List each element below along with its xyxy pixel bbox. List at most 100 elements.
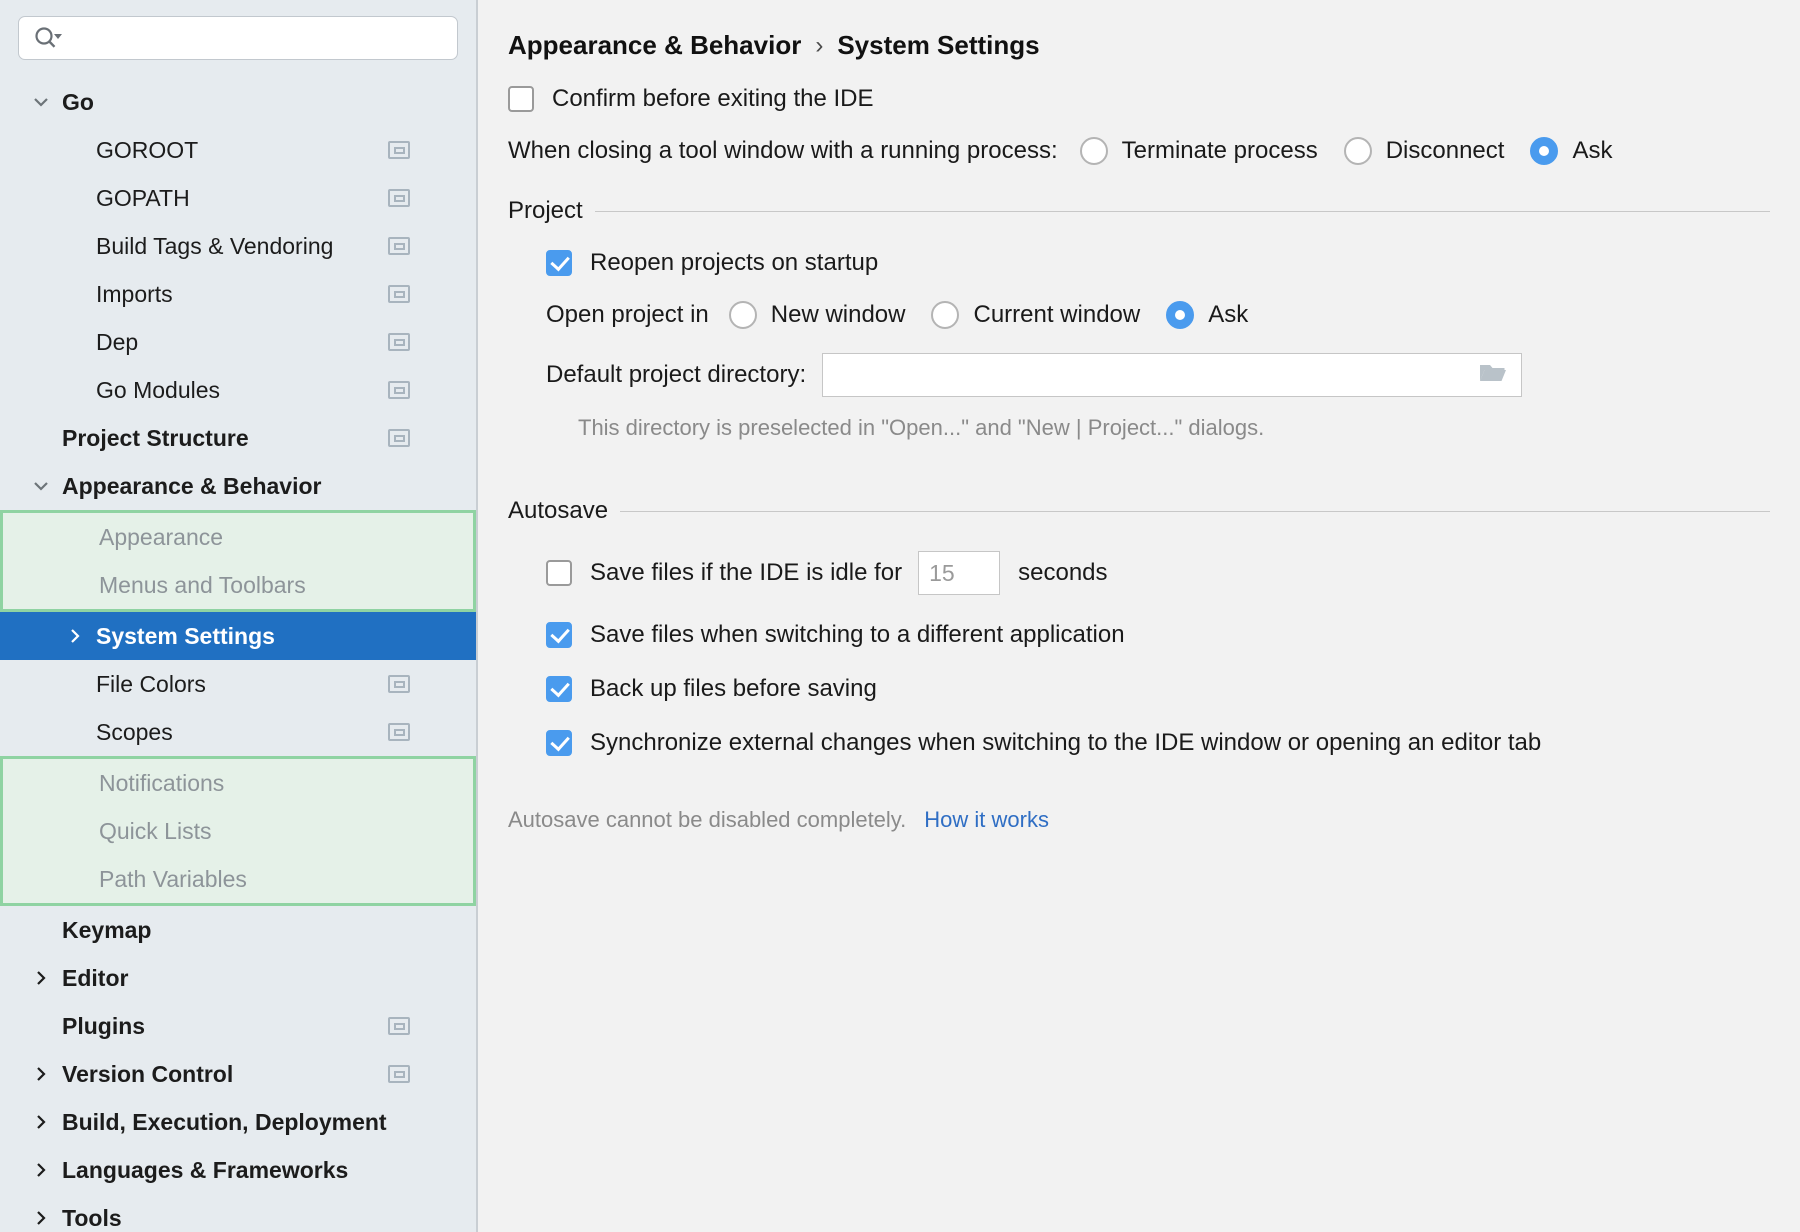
sidebar-item-label: GOROOT	[96, 136, 199, 163]
sidebar-highlight-group: Notifications Quick Lists Path Variables	[0, 756, 476, 906]
chevron-right-icon[interactable]	[24, 1207, 58, 1229]
radio-option-ask[interactable]: Ask	[1530, 137, 1612, 165]
autosave-checkbox-row[interactable]: Save files when switching to a different…	[546, 621, 1800, 649]
radio-button[interactable]	[1530, 137, 1559, 165]
sidebar-item-imports[interactable]: Imports	[0, 270, 476, 318]
chevron-right-icon[interactable]	[24, 1063, 58, 1085]
sidebar-item-tools[interactable]: Tools	[0, 1194, 476, 1232]
sidebar-item-label: Scopes	[96, 718, 173, 745]
search-input[interactable]	[18, 16, 458, 60]
radio-label: Current window	[973, 301, 1141, 328]
sidebar-item-label: Appearance	[99, 523, 224, 550]
autosave-footer: Autosave cannot be disabled completely. …	[508, 807, 1800, 833]
open-project-in-radio-group[interactable]: New window Current window Ask	[728, 301, 1274, 329]
sidebar-item-editor[interactable]: Editor	[0, 954, 476, 1002]
search-container	[0, 0, 476, 60]
radio-button[interactable]	[1079, 137, 1108, 165]
autosave-idle-seconds-input[interactable]: 15	[918, 551, 1001, 595]
reopen-projects-checkbox[interactable]	[546, 250, 572, 276]
radio-option-terminate-process[interactable]: Terminate process	[1079, 137, 1318, 165]
sidebar-item-label: Go	[62, 88, 94, 115]
chevron-down-icon[interactable]	[24, 91, 58, 113]
sidebar-item-go[interactable]: Go	[0, 78, 476, 126]
radio-button[interactable]	[1166, 301, 1195, 329]
autosave-idle-row[interactable]: Save files if the IDE is idle for 15 sec…	[546, 551, 1800, 595]
sidebar-item-label: File Colors	[96, 670, 206, 697]
autosave-checkbox[interactable]	[546, 730, 572, 756]
chevron-down-icon[interactable]	[24, 475, 58, 497]
sidebar-item-system-settings[interactable]: System Settings	[0, 612, 476, 660]
sidebar-item-label: Go Modules	[96, 376, 221, 403]
autosave-checkbox-row[interactable]: Back up files before saving	[546, 675, 1800, 703]
chevron-right-icon[interactable]	[58, 625, 92, 647]
breadcrumb-parent[interactable]: Appearance & Behavior	[508, 30, 801, 61]
radio-button[interactable]	[931, 301, 960, 329]
sidebar-item-path-variables[interactable]: Path Variables	[3, 855, 473, 903]
tool-window-radio-group[interactable]: Terminate process Disconnect Ask	[1079, 137, 1639, 165]
sidebar-item-file-colors[interactable]: File Colors	[0, 660, 476, 708]
default-directory-input[interactable]	[822, 353, 1523, 397]
sidebar-item-label: System Settings	[96, 622, 275, 649]
radio-option-new-window[interactable]: New window	[728, 301, 906, 329]
reopen-projects-row[interactable]: Reopen projects on startup	[546, 249, 1800, 277]
sidebar-item-build-tags-vendoring[interactable]: Build Tags & Vendoring	[0, 222, 476, 270]
sidebar-item-project-structure[interactable]: Project Structure	[0, 414, 476, 462]
autosave-checkbox[interactable]	[546, 622, 572, 648]
sidebar-item-scopes[interactable]: Scopes	[0, 708, 476, 756]
radio-option-ask[interactable]: Ask	[1166, 301, 1248, 329]
radio-button[interactable]	[1343, 137, 1372, 165]
default-directory-label: Default project directory:	[546, 361, 807, 388]
sidebar-item-label: Version Control	[62, 1060, 234, 1087]
confirm-exit-row[interactable]: Confirm before exiting the IDE	[508, 85, 1800, 113]
sidebar-item-goroot[interactable]: GOROOT	[0, 126, 476, 174]
configurable-badge-icon	[388, 237, 410, 255]
radio-option-current-window[interactable]: Current window	[931, 301, 1140, 329]
sidebar-item-label: Project Structure	[62, 424, 249, 451]
confirm-exit-label: Confirm before exiting the IDE	[552, 85, 874, 112]
sidebar-item-appearance[interactable]: Appearance	[3, 513, 473, 561]
sidebar-item-notifications[interactable]: Notifications	[3, 759, 473, 807]
folder-icon[interactable]	[1479, 362, 1507, 389]
chevron-right-icon[interactable]	[24, 1111, 58, 1133]
autosave-group-divider	[620, 510, 1770, 512]
sidebar-item-quick-lists[interactable]: Quick Lists	[3, 807, 473, 855]
sidebar-item-gopath[interactable]: GOPATH	[0, 174, 476, 222]
sidebar-item-label: Editor	[62, 964, 129, 991]
sidebar-item-label: Tools	[62, 1204, 122, 1231]
autosave-checkbox-label: Back up files before saving	[590, 675, 877, 702]
sidebar-item-label: Menus and Toolbars	[99, 571, 306, 598]
autosave-checkbox[interactable]	[546, 676, 572, 702]
autosave-checkbox-label: Save files when switching to a different…	[590, 621, 1125, 648]
sidebar-item-appearance-behavior[interactable]: Appearance & Behavior	[0, 462, 476, 510]
chevron-right-icon[interactable]	[24, 1159, 58, 1181]
page-title: System Settings	[837, 30, 1040, 60]
sidebar-item-label: Build Tags & Vendoring	[96, 232, 334, 259]
how-it-works-link[interactable]: How it works	[924, 807, 1049, 833]
sidebar-item-dep[interactable]: Dep	[0, 318, 476, 366]
sidebar-item-keymap[interactable]: Keymap	[0, 906, 476, 954]
sidebar-item-label: Languages & Frameworks	[62, 1156, 349, 1183]
autosave-idle-suffix: seconds	[1018, 559, 1108, 586]
open-project-in-row: Open project in New window Current window…	[546, 301, 1800, 329]
radio-button[interactable]	[728, 301, 757, 329]
configurable-badge-icon	[388, 381, 410, 399]
sidebar-item-label: Quick Lists	[99, 817, 212, 844]
autosave-footer-note: Autosave cannot be disabled completely.	[508, 807, 907, 832]
sidebar-item-menus-and-toolbars[interactable]: Menus and Toolbars	[3, 561, 473, 609]
default-directory-hint-text: This directory is preselected in "Open..…	[578, 415, 1265, 440]
sidebar-item-languages-frameworks[interactable]: Languages & Frameworks	[0, 1146, 476, 1194]
radio-label: Ask	[1572, 137, 1613, 164]
radio-label: New window	[770, 301, 906, 328]
configurable-badge-icon	[388, 675, 410, 693]
autosave-idle-checkbox[interactable]	[546, 560, 572, 586]
sidebar-item-version-control[interactable]: Version Control	[0, 1050, 476, 1098]
sidebar-item-build-execution-deployment[interactable]: Build, Execution, Deployment	[0, 1098, 476, 1146]
confirm-exit-checkbox[interactable]	[508, 86, 534, 112]
autosave-checkbox-row[interactable]: Synchronize external changes when switch…	[546, 729, 1800, 757]
sidebar-item-go-modules[interactable]: Go Modules	[0, 366, 476, 414]
configurable-badge-icon	[388, 1065, 410, 1083]
chevron-right-icon[interactable]	[24, 967, 58, 989]
radio-label: Disconnect	[1385, 137, 1505, 164]
radio-option-disconnect[interactable]: Disconnect	[1343, 137, 1505, 165]
sidebar-item-plugins[interactable]: Plugins	[0, 1002, 476, 1050]
